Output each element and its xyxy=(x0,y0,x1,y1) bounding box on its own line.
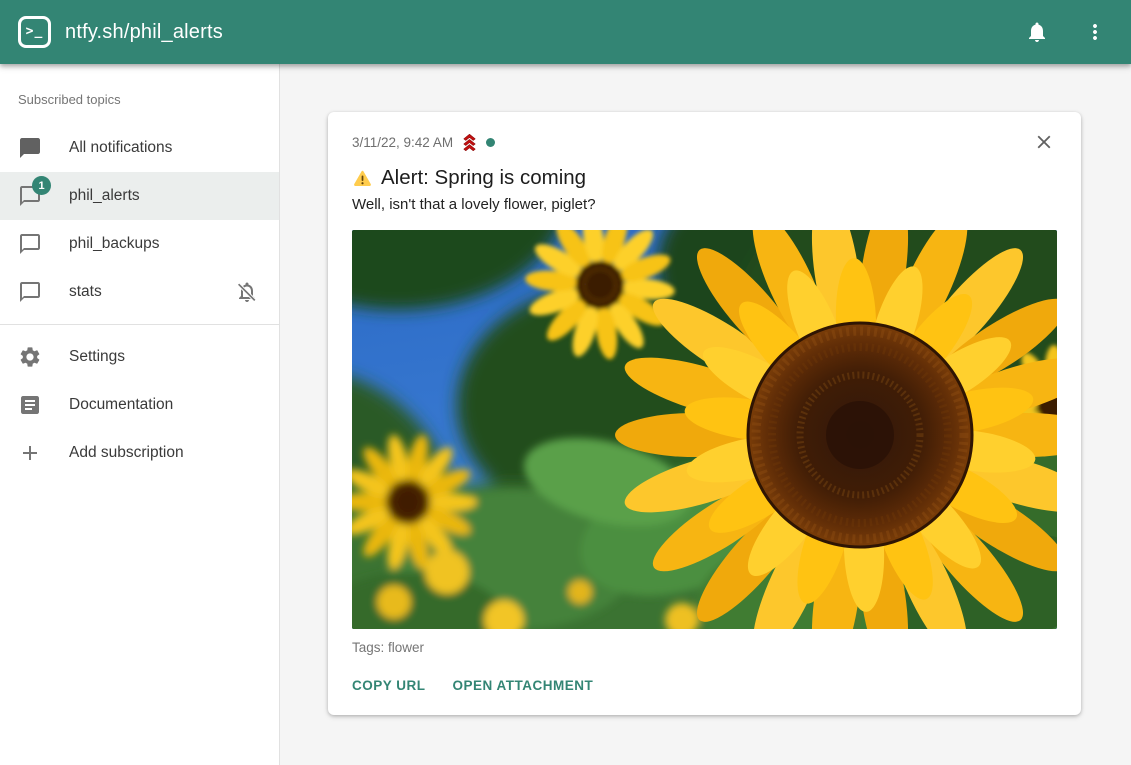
sidebar-item-label: Documentation xyxy=(69,396,173,414)
page-body: Subscribed topics All notifications 1 ph… xyxy=(0,64,1131,765)
sidebar-item-label: All notifications xyxy=(69,139,172,157)
bell-off-icon xyxy=(235,280,259,304)
sidebar-item-settings[interactable]: Settings xyxy=(0,333,279,381)
notification-tags: Tags: flower xyxy=(352,640,1057,655)
gear-icon xyxy=(18,345,42,369)
notification-header: 3/11/22, 9:42 AM xyxy=(352,131,1057,158)
notification-title-text: Alert: Spring is coming xyxy=(381,166,586,190)
chat-bubble-outline-icon xyxy=(18,232,42,256)
chat-bubble-outline-icon: 1 xyxy=(18,184,42,208)
notification-timestamp: 3/11/22, 9:42 AM xyxy=(352,135,453,150)
subscribed-topics-label: Subscribed topics xyxy=(0,80,279,124)
app-bar-title: ntfy.sh/phil_alerts xyxy=(65,21,223,44)
notification-body: Well, isn't that a lovely flower, piglet… xyxy=(352,196,1057,213)
attachment-image[interactable] xyxy=(352,230,1057,629)
unread-count-badge: 1 xyxy=(32,176,51,195)
sidebar-item-phil-backups[interactable]: phil_backups xyxy=(0,220,279,268)
article-icon xyxy=(18,393,42,417)
sidebar-item-phil-alerts[interactable]: 1 phil_alerts xyxy=(0,172,279,220)
sidebar-item-all-notifications[interactable]: All notifications xyxy=(0,124,279,172)
sidebar-item-label: stats xyxy=(69,283,102,301)
notifications-bell-icon[interactable] xyxy=(1023,18,1051,46)
app-bar-actions xyxy=(1023,18,1109,46)
open-attachment-button[interactable]: OPEN ATTACHMENT xyxy=(453,678,594,693)
priority-high-icon xyxy=(460,133,479,152)
sidebar-item-documentation[interactable]: Documentation xyxy=(0,381,279,429)
sidebar-item-label: Settings xyxy=(69,348,125,366)
sidebar-item-label: phil_alerts xyxy=(69,187,140,205)
main-content: 3/11/22, 9:42 AM xyxy=(280,64,1131,765)
app-bar: >_ ntfy.sh/phil_alerts xyxy=(0,0,1131,64)
sidebar-divider xyxy=(0,324,279,325)
notification-title: Alert: Spring is coming xyxy=(352,166,1057,190)
ntfy-logo-icon: >_ xyxy=(18,16,51,48)
chat-bubble-filled-icon xyxy=(18,136,42,160)
copy-url-button[interactable]: COPY URL xyxy=(352,678,426,693)
chat-bubble-outline-icon xyxy=(18,280,42,304)
notification-card: 3/11/22, 9:42 AM xyxy=(328,112,1081,715)
plus-icon xyxy=(18,441,42,465)
sidebar-item-label: Add subscription xyxy=(69,444,184,462)
sidebar-item-add-subscription[interactable]: Add subscription xyxy=(0,429,279,477)
unread-dot-icon xyxy=(486,138,495,147)
sidebar-item-label: phil_backups xyxy=(69,235,159,253)
notification-actions: COPY URL OPEN ATTACHMENT xyxy=(352,678,1057,697)
close-icon[interactable] xyxy=(1031,129,1057,158)
notification-meta: 3/11/22, 9:42 AM xyxy=(352,131,495,153)
sidebar: Subscribed topics All notifications 1 ph… xyxy=(0,64,280,765)
warning-emoji-icon xyxy=(352,168,373,189)
sidebar-item-stats[interactable]: stats xyxy=(0,268,279,316)
kebab-menu-icon[interactable] xyxy=(1081,18,1109,46)
